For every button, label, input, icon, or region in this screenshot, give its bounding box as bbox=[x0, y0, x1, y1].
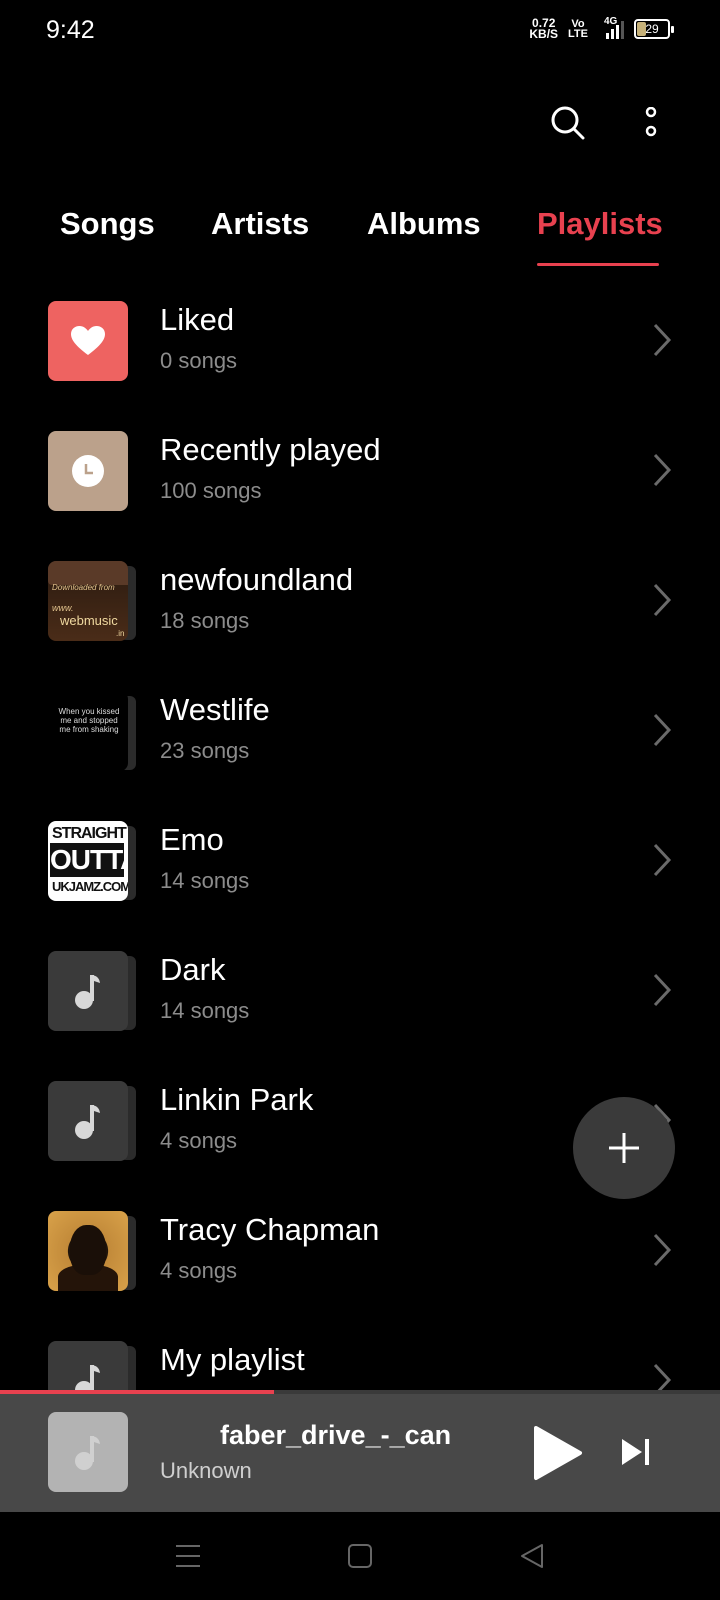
clock-icon bbox=[72, 455, 104, 487]
playlist-title: Recently played bbox=[160, 432, 381, 467]
chevron-right-icon bbox=[653, 713, 672, 747]
home-nav-button[interactable] bbox=[338, 1534, 382, 1578]
volte-icon: Vo LTE bbox=[568, 19, 588, 40]
art-text: When you kissed me and stopped me from s… bbox=[58, 707, 120, 734]
playlist-item-westlife[interactable]: When you kissed me and stopped me from s… bbox=[0, 676, 720, 806]
album-art: Downloaded from www. webmusic .in bbox=[48, 561, 128, 641]
playlist-song-count: 18 songs bbox=[160, 608, 250, 633]
playlist-item-dark[interactable]: Dark 14 songs bbox=[0, 936, 720, 1066]
playlist-title: Tracy Chapman bbox=[160, 1212, 380, 1247]
tab-playlists[interactable]: Playlists bbox=[537, 206, 663, 242]
now-playing-cover bbox=[48, 1412, 128, 1492]
music-note-icon bbox=[75, 1436, 100, 1470]
tab-songs[interactable]: Songs bbox=[60, 206, 155, 242]
search-icon bbox=[551, 106, 585, 140]
network-speed: 0.72 KB/S bbox=[529, 17, 559, 41]
chevron-right-icon bbox=[653, 453, 672, 487]
search-button[interactable] bbox=[544, 99, 592, 147]
back-nav-button[interactable] bbox=[510, 1534, 554, 1578]
playlist-cover bbox=[48, 951, 128, 1031]
playlist-cover bbox=[48, 301, 128, 381]
playlist-cover bbox=[48, 1081, 128, 1161]
art-text: UKJAMZ.COM bbox=[52, 879, 128, 894]
playlist-song-count: 0 songs bbox=[160, 348, 238, 373]
playlist-title: Westlife bbox=[160, 692, 270, 727]
chevron-right-icon bbox=[653, 1233, 672, 1267]
more-options-button[interactable] bbox=[627, 99, 675, 147]
more-vertical-icon bbox=[645, 107, 657, 137]
chevron-right-icon bbox=[653, 843, 672, 877]
network-type: 4G bbox=[604, 16, 618, 27]
music-note-icon bbox=[75, 1105, 100, 1139]
square-icon bbox=[348, 1544, 372, 1568]
art-text: .in bbox=[116, 629, 125, 638]
playlist-item-emo[interactable]: STRAIGHT OUTTA UKJAMZ.COM Emo 14 songs bbox=[0, 806, 720, 936]
playlist-song-count: 23 songs bbox=[160, 738, 250, 763]
tab-artists[interactable]: Artists bbox=[211, 206, 309, 242]
chevron-right-icon bbox=[653, 973, 672, 1007]
album-art: STRAIGHT OUTTA UKJAMZ.COM bbox=[48, 821, 128, 901]
system-navigation-bar bbox=[0, 1512, 720, 1600]
play-button[interactable] bbox=[528, 1424, 584, 1482]
album-art bbox=[48, 1211, 128, 1291]
signal-icon: 4G bbox=[598, 16, 624, 39]
playlist-title: newfoundland bbox=[160, 562, 354, 597]
playlist-title: My playlist bbox=[160, 1342, 305, 1377]
music-note-icon bbox=[75, 975, 100, 1009]
status-icons: 0.72 KB/S Vo LTE 4G 29 bbox=[529, 16, 674, 41]
playlist-title: Dark bbox=[160, 952, 226, 987]
active-tab-indicator bbox=[537, 263, 659, 266]
tab-albums[interactable]: Albums bbox=[367, 206, 481, 242]
now-playing-title: faber_drive_-_cand bbox=[220, 1420, 452, 1450]
art-text: OUTTA bbox=[50, 843, 128, 877]
playlist-title: Liked bbox=[160, 302, 235, 337]
status-bar: 9:42 0.72 KB/S Vo LTE 4G 29 bbox=[0, 0, 720, 64]
playlist-item-liked[interactable]: Liked 0 songs bbox=[0, 286, 720, 416]
now-playing-bar[interactable]: faber_drive_-_cand Unknown bbox=[0, 1394, 720, 1512]
volte-bottom: LTE bbox=[568, 28, 588, 40]
back-triangle-icon bbox=[521, 1544, 543, 1568]
album-art: When you kissed me and stopped me from s… bbox=[48, 691, 128, 771]
playlist-song-count: 100 songs bbox=[160, 478, 262, 503]
battery-icon: 29 bbox=[634, 19, 674, 39]
playlist-title: Emo bbox=[160, 822, 224, 857]
plus-icon bbox=[609, 1133, 639, 1163]
playlist-cover bbox=[48, 431, 128, 511]
network-speed-unit: KB/S bbox=[529, 27, 559, 41]
playlist-list: Liked 0 songs Recently played 100 songs … bbox=[0, 286, 720, 1456]
playlist-song-count: 14 songs bbox=[160, 868, 250, 893]
now-playing-artist: Unknown bbox=[160, 1458, 252, 1483]
art-text: Downloaded from bbox=[52, 583, 115, 592]
playlist-title: Linkin Park bbox=[160, 1082, 314, 1117]
playlist-song-count: 14 songs bbox=[160, 998, 250, 1023]
menu-nav-button[interactable] bbox=[166, 1534, 210, 1578]
library-tabs: Songs Artists Albums Playlists bbox=[0, 196, 720, 266]
status-time: 9:42 bbox=[46, 16, 95, 44]
battery-level: 29 bbox=[645, 22, 659, 36]
add-playlist-button[interactable] bbox=[573, 1097, 675, 1199]
chevron-right-icon bbox=[653, 583, 672, 617]
chevron-right-icon bbox=[653, 323, 672, 357]
heart-icon bbox=[71, 326, 105, 355]
playlist-item-recently-played[interactable]: Recently played 100 songs bbox=[0, 416, 720, 546]
skip-next-button[interactable] bbox=[618, 1434, 654, 1470]
art-text: webmusic bbox=[60, 613, 118, 628]
menu-icon bbox=[176, 1545, 200, 1567]
playlist-item-tracy-chapman[interactable]: Tracy Chapman 4 songs bbox=[0, 1196, 720, 1326]
art-text: www. bbox=[52, 603, 74, 613]
art-text: STRAIGHT bbox=[52, 825, 127, 842]
playlist-song-count: 4 songs bbox=[160, 1258, 238, 1283]
playlist-song-count: 4 songs bbox=[160, 1128, 238, 1153]
playlist-item-newfoundland[interactable]: Downloaded from www. webmusic .in newfou… bbox=[0, 546, 720, 676]
